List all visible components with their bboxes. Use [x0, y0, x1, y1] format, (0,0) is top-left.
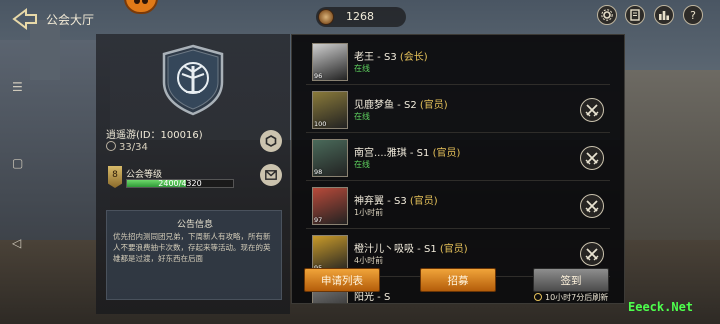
member-count-value: 33/34: [119, 142, 148, 153]
refresh-timer: 10小时7分后刷新: [534, 292, 608, 303]
row-divider: [306, 84, 610, 85]
member-avatar[interactable]: 100: [312, 91, 348, 129]
guild-xp-text: 2400/4320: [158, 179, 202, 188]
guild-emblem-icon: [162, 44, 224, 116]
currency-amount: 1268: [346, 10, 374, 23]
settings-hex-button[interactable]: [260, 130, 282, 152]
clock-icon: [534, 293, 542, 301]
member-role: (官员): [432, 148, 461, 159]
member-status: 在线: [354, 160, 370, 169]
member-name-text: 老王 - S3: [354, 52, 397, 63]
help-glyph: ?: [690, 8, 696, 22]
row-divider: [306, 228, 610, 229]
notice-text: 优先招内测同团兄弟，下周新人有攻略，所有新人不要浪费抽卡次数，存起来等活动。现在…: [113, 232, 271, 263]
member-role: (官员): [439, 244, 468, 255]
members-icon: [106, 141, 116, 151]
back-triangle-icon[interactable]: ◁: [12, 236, 21, 250]
kick-member-button[interactable]: [580, 194, 604, 218]
guild-info-panel: 逍遥游(ID：100016) 33/34 8 公会等级 2400/4320 公告…: [96, 34, 290, 314]
crossed-swords-icon: [585, 152, 599, 165]
member-name: 见鹿梦鱼 - S2 (官员): [354, 96, 448, 111]
member-avatar[interactable]: 98: [312, 139, 348, 177]
row-divider: [306, 132, 610, 133]
member-name-text: 阳光 - S: [354, 292, 391, 303]
member-name: 橙汁儿丶吸吸 - S1 (官员): [354, 240, 468, 255]
member-avatar[interactable]: 96: [312, 43, 348, 81]
member-name: 老王 - S3 (会长): [354, 48, 428, 63]
notice-box: 公告信息 优先招内测同团兄弟，下周新人有攻略，所有新人不要浪费抽卡次数，存起来等…: [106, 210, 282, 300]
member-status: 在线: [354, 64, 370, 73]
member-name-text: 神弃翼 - S3: [354, 196, 407, 207]
member-row[interactable]: 98 南宫....雅琪 - S1 (官员) 在线: [292, 135, 624, 181]
member-role: (会长): [399, 52, 428, 63]
watermark: Eeeck.Net: [628, 300, 694, 314]
crossed-swords-icon: [585, 104, 599, 117]
book-icon[interactable]: [625, 5, 645, 25]
member-name-text: 橙汁儿丶吸吸 - S1: [354, 244, 437, 255]
crossed-swords-icon: [585, 248, 599, 261]
member-status: 4小时前: [354, 256, 384, 265]
member-level: 97: [314, 216, 323, 224]
mascot-icon[interactable]: [124, 0, 158, 14]
page-title: 公会大厅: [46, 13, 95, 27]
member-row[interactable]: 100 见鹿梦鱼 - S2 (官员) 在线: [292, 87, 624, 133]
member-avatar[interactable]: 97: [312, 187, 348, 225]
member-level: 96: [314, 72, 323, 80]
member-status: 在线: [354, 112, 370, 121]
row-divider: [306, 180, 610, 181]
back-button[interactable]: [12, 8, 38, 30]
member-role: (官员): [419, 100, 448, 111]
guild-coin-icon: [318, 9, 334, 25]
gear-icon[interactable]: [597, 5, 617, 25]
kick-member-button[interactable]: [580, 242, 604, 266]
sign-in-button[interactable]: 签到: [533, 268, 609, 292]
menu-icon[interactable]: ☰: [12, 80, 23, 94]
member-role: (官员): [409, 196, 438, 207]
square-icon[interactable]: ▢: [12, 156, 23, 170]
member-level: 100: [314, 120, 327, 128]
kick-member-button[interactable]: [580, 98, 604, 122]
member-count: 33/34: [106, 141, 148, 153]
member-name: 神弃翼 - S3 (官员): [354, 192, 438, 207]
member-name: 南宫....雅琪 - S1 (官员): [354, 144, 460, 159]
member-name-text: 南宫....雅琪 - S1: [354, 148, 430, 159]
mail-icon: [265, 170, 277, 180]
hexagon-icon: [265, 135, 277, 147]
back-arrow-icon: [12, 8, 37, 30]
top-bar: 公会大厅 1268 ?: [0, 0, 720, 36]
member-status: 1小时前: [354, 208, 384, 217]
refresh-text: 10小时7分后刷新: [545, 293, 609, 302]
mail-button[interactable]: [260, 164, 282, 186]
help-icon[interactable]: ?: [683, 5, 703, 25]
recruit-button[interactable]: 招募: [420, 268, 496, 292]
member-row[interactable]: 97 神弃翼 - S3 (官员) 1小时前: [292, 183, 624, 229]
notice-title: 公告信息: [176, 220, 213, 230]
guild-name: 逍遥游(ID：100016): [106, 130, 203, 141]
ranking-icon[interactable]: [654, 5, 674, 25]
guild-level-badge: 8: [108, 166, 122, 188]
member-list[interactable]: 96 老王 - S3 (会长) 在线 100 见鹿梦鱼 - S2 (官员) 在线 98 南宫.…: [291, 34, 625, 304]
member-row[interactable]: 96 老王 - S3 (会长) 在线: [292, 39, 624, 85]
member-level: 98: [314, 168, 323, 176]
apply-list-button[interactable]: 申请列表: [304, 268, 380, 292]
crossed-swords-icon: [585, 200, 599, 213]
kick-member-button[interactable]: [580, 146, 604, 170]
currency-display: 1268: [316, 7, 406, 27]
member-name-text: 见鹿梦鱼 - S2: [354, 100, 417, 111]
